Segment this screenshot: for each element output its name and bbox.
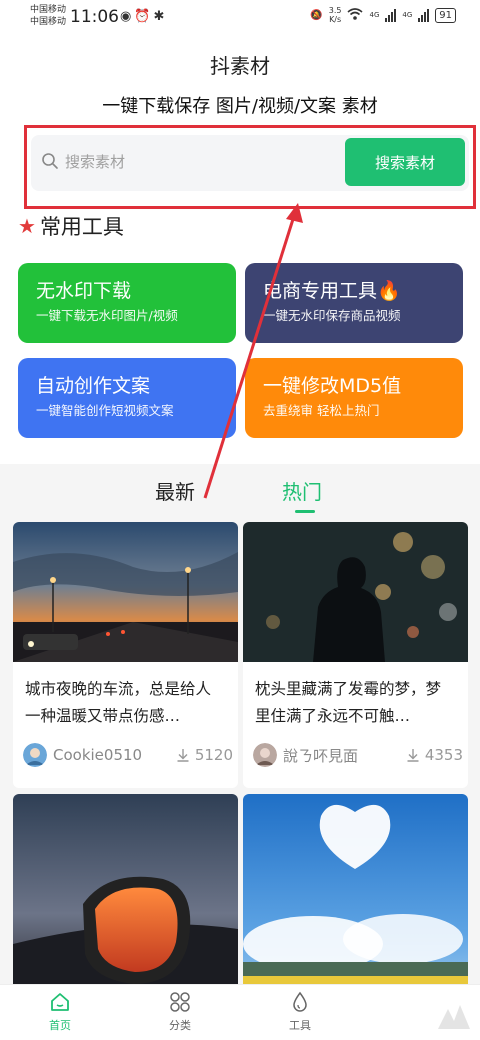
nav-tools-label: 工具 <box>289 1019 311 1032</box>
carrier-1: 中国移动 <box>30 5 67 15</box>
tagline: 一键下载保存 图片/视频/文案 素材 <box>102 96 378 117</box>
header: 抖素材 一键下载保存 图片/视频/文案 素材 搜索素材 ★ 常用工具 无水印下载… <box>0 34 480 464</box>
tool-subtitle: 一键下载无水印图片/视频 <box>36 308 178 323</box>
tab-latest[interactable]: 最新 <box>155 476 195 505</box>
post-thumbnail <box>13 522 238 662</box>
net-type-2: 4G <box>402 11 413 19</box>
search-icon <box>42 153 58 169</box>
active-tab-indicator <box>295 510 315 513</box>
post-card[interactable]: 城市夜晚的车流，总是给人一种温暖又带点伤感… Cookie0510 5120 <box>13 522 238 788</box>
post-thumbnail <box>13 794 238 994</box>
clock: 11:06 <box>70 7 119 27</box>
search-bar: 搜索素材 <box>31 135 469 191</box>
tool-title: 无水印下载 <box>36 280 132 302</box>
nav-home-label: 首页 <box>49 1019 71 1032</box>
tool-title: 一键修改MD5值 <box>263 375 402 397</box>
home-icon <box>51 993 69 1011</box>
post-card[interactable] <box>13 794 238 994</box>
speed-value: 3.5 <box>328 6 342 15</box>
post-card[interactable] <box>243 794 468 994</box>
search-input[interactable] <box>65 149 335 175</box>
tool-title: 自动创作文案 <box>36 375 151 397</box>
author-name: Cookie0510 <box>53 746 143 764</box>
signal-2-icon <box>418 8 430 22</box>
download-value: 5120 <box>194 746 233 764</box>
post-thumbnail <box>243 522 468 662</box>
tool-subtitle: 一键智能创作短视频文案 <box>36 403 174 418</box>
post-card[interactable]: 枕头里藏满了发霉的梦，梦里住满了永远不可触… 說ㄋ吥見面 4353 <box>243 522 468 788</box>
app-title: 抖素材 <box>210 54 270 78</box>
download-count: 5120 <box>176 746 233 764</box>
search-button[interactable]: 搜索素材 <box>345 138 465 186</box>
post-title: 城市夜晚的车流，总是给人一种温暖又带点伤感… <box>25 680 212 725</box>
nav-tools[interactable]: 工具 <box>260 991 340 1033</box>
post-title: 枕头里藏满了发霉的梦，梦里住满了永远不可触… <box>255 680 442 725</box>
tool-subtitle: 一键无水印保存商品视频 <box>263 308 401 323</box>
alarm-icon: ⏰ <box>134 9 154 24</box>
drop-icon <box>293 991 307 1012</box>
download-value: 4353 <box>424 746 463 764</box>
post-meta: 說ㄋ吥見面 4353 <box>253 743 463 767</box>
avatar <box>23 743 47 767</box>
tool-title: 电商专用工具🔥 <box>263 280 401 302</box>
feed-tabs: 最新 热门 <box>0 464 480 516</box>
tools-section-label: 常用工具 <box>39 215 124 239</box>
wifi-icon <box>347 7 364 24</box>
tool-card-auto-copywriting[interactable]: 自动创作文案 一键智能创作短视频文案 <box>18 358 236 438</box>
search-highlight-frame: 搜索素材 <box>24 125 476 209</box>
eye-icon: ◉ <box>120 9 135 24</box>
post-meta: Cookie0510 5120 <box>23 743 233 767</box>
watermark-logo <box>438 1005 470 1029</box>
battery-icon: 91 <box>435 7 456 23</box>
network-speed: 3.5 K/s <box>329 6 342 24</box>
bottom-nav: 首页 分类 工具 <box>0 984 480 1040</box>
tool-card-ecommerce-tools[interactable]: 电商专用工具🔥 一键无水印保存商品视频 <box>245 263 463 343</box>
status-bar: 中国移动 中国移动 11:06 ◉⏰✱ 🔕 3.5 K/s 4G 4G 91 <box>0 0 480 34</box>
system-icons: 🔕 3.5 K/s 4G 4G 91 <box>310 6 456 24</box>
carrier-2: 中国移动 <box>30 17 67 27</box>
star-icon: ★ <box>18 214 36 238</box>
tool-card-modify-md5[interactable]: 一键修改MD5值 去重绕审 轻松上热门 <box>245 358 463 438</box>
avatar <box>253 743 277 767</box>
nav-category-label: 分类 <box>169 1019 191 1032</box>
tools-section-title: ★ 常用工具 <box>18 211 124 241</box>
carrier-labels: 中国移动 中国移动 <box>30 4 66 28</box>
nav-home[interactable]: 首页 <box>20 991 100 1033</box>
net-type-1: 4G <box>369 11 380 19</box>
tab-hot[interactable]: 热门 <box>282 476 322 505</box>
author-name: 說ㄋ吥見面 <box>283 746 359 765</box>
grid-icon <box>170 992 190 1012</box>
bluetooth-icon: ✱ <box>153 9 168 24</box>
signal-1-icon <box>385 8 397 22</box>
tool-subtitle: 去重绕审 轻松上热门 <box>263 403 380 418</box>
download-icon <box>407 749 419 762</box>
download-count: 4353 <box>406 746 463 764</box>
speed-unit: K/s <box>329 15 342 24</box>
download-icon <box>177 749 189 762</box>
notification-icons: ◉⏰✱ <box>120 9 167 24</box>
nav-category[interactable]: 分类 <box>140 991 220 1033</box>
mute-icon: 🔕 <box>310 9 323 21</box>
post-thumbnail <box>243 794 468 994</box>
tool-card-watermark-free-download[interactable]: 无水印下载 一键下载无水印图片/视频 <box>18 263 236 343</box>
